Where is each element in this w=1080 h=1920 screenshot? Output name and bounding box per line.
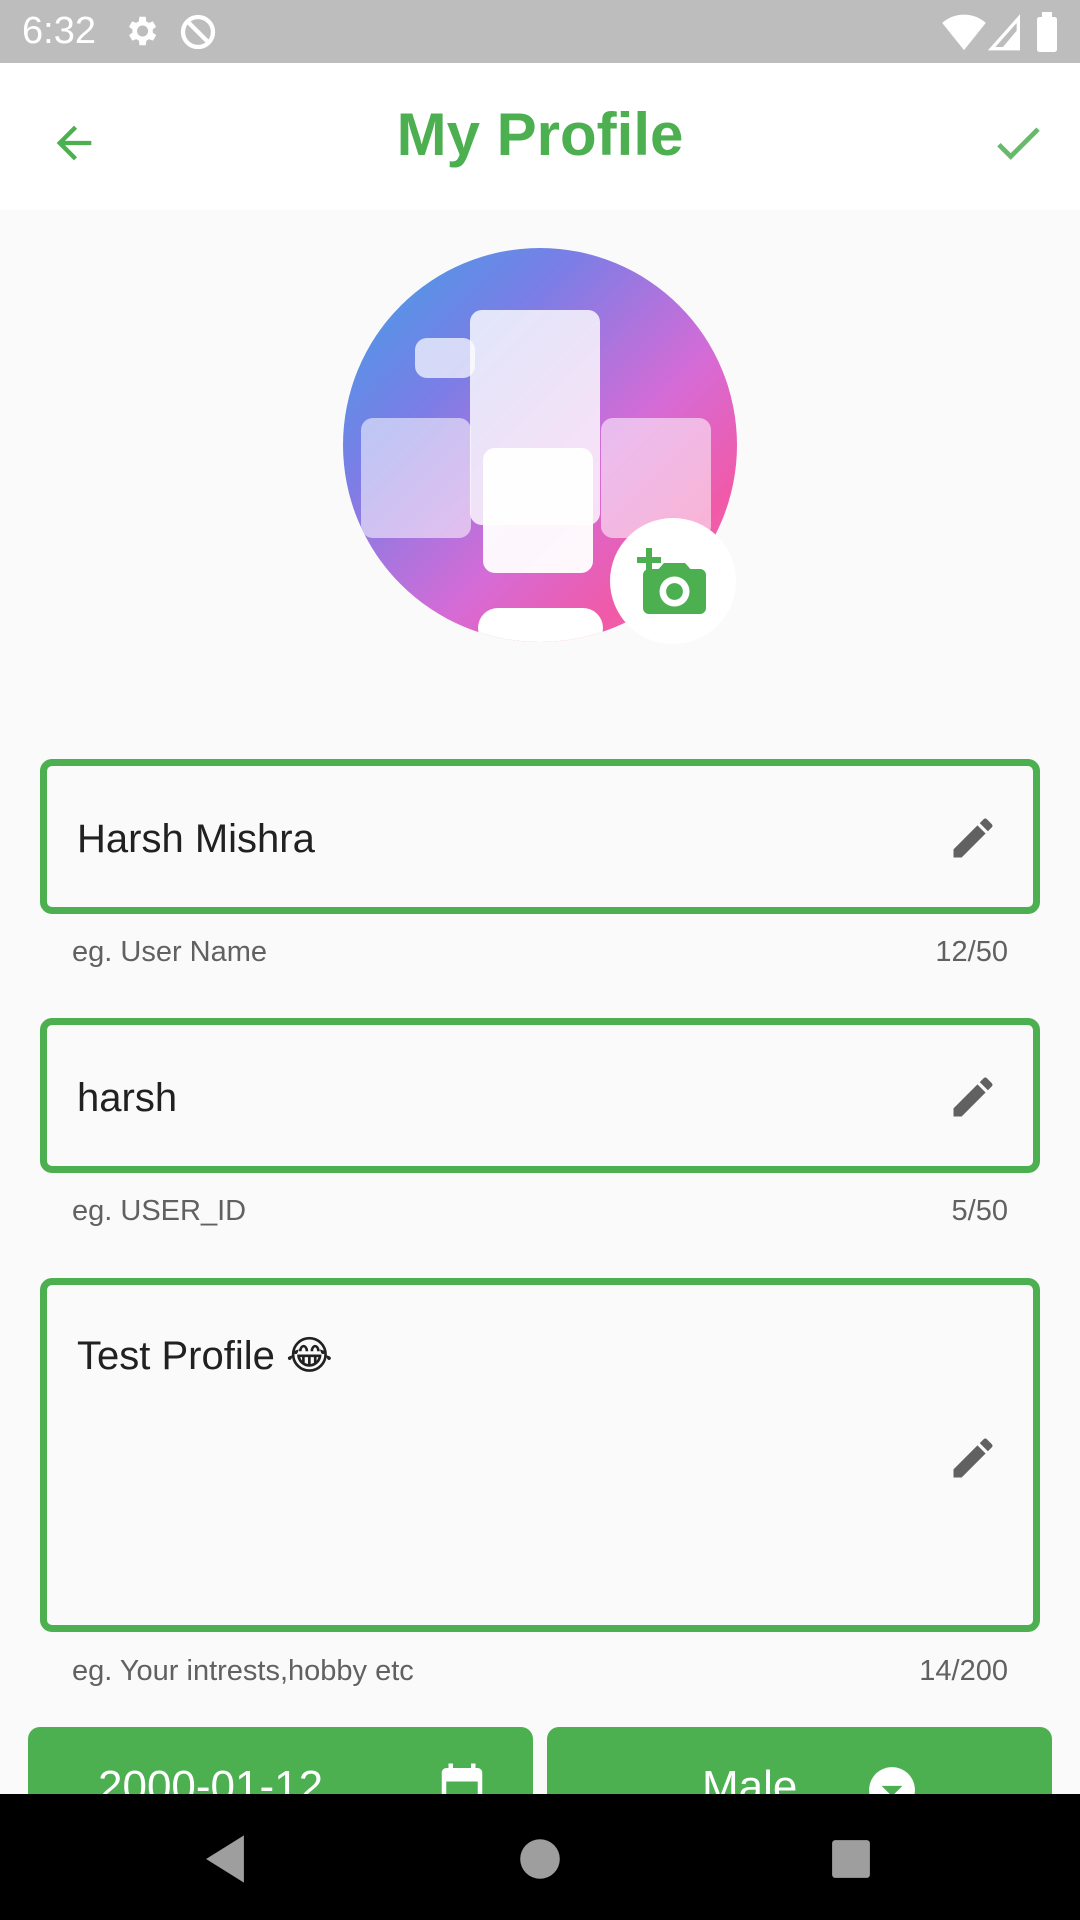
status-bar: 6:32: [0, 0, 1080, 63]
edit-bio-button[interactable]: [943, 1428, 1003, 1488]
edit-username-button[interactable]: [943, 808, 1003, 868]
username-input[interactable]: Harsh Mishra: [77, 815, 315, 863]
userid-field[interactable]: harsh: [40, 1018, 1040, 1173]
avatar-art-card: [478, 608, 603, 642]
avatar-art-card: [361, 418, 471, 538]
app-bar: My Profile: [0, 63, 1080, 210]
username-char-counter: 12/50: [935, 936, 1008, 968]
bio-field[interactable]: Test Profile 😂: [40, 1278, 1040, 1632]
userid-input[interactable]: harsh: [77, 1074, 177, 1122]
nav-recents-button[interactable]: [806, 1814, 896, 1904]
bio-char-counter: 14/200: [919, 1655, 1008, 1687]
avatar-art-card: [483, 448, 593, 573]
status-time: 6:32: [22, 10, 96, 52]
battery-icon: [1036, 12, 1058, 57]
recents-square-icon: [832, 1840, 870, 1878]
signal-icon: [987, 12, 1022, 57]
page-title: My Profile: [396, 101, 684, 168]
back-triangle-icon: [206, 1835, 244, 1883]
username-helper-text: eg. User Name: [72, 936, 268, 968]
username-field[interactable]: Harsh Mishra: [40, 759, 1040, 914]
nav-back-button[interactable]: [180, 1814, 270, 1904]
edit-icon: [953, 1438, 993, 1478]
add-a-photo-icon: [637, 548, 706, 614]
userid-helper-text: eg. USER_ID: [72, 1195, 247, 1227]
wifi-icon: [942, 12, 986, 57]
edit-icon: [953, 818, 993, 858]
home-circle-icon: [520, 1839, 560, 1879]
change-photo-button[interactable]: [610, 518, 736, 644]
system-nav-bar: [0, 1794, 1080, 1920]
userid-char-counter: 5/50: [951, 1195, 1008, 1227]
settings-icon: [122, 12, 160, 55]
edit-userid-button[interactable]: [943, 1067, 1003, 1127]
bio-helper-text: eg. Your intrests,hobby etc: [72, 1655, 414, 1687]
edit-icon: [953, 1077, 993, 1117]
avatar-art-card: [415, 338, 475, 378]
bio-input[interactable]: Test Profile 😂: [77, 1332, 333, 1380]
data-saver-icon: [178, 12, 218, 57]
nav-home-button[interactable]: [495, 1814, 585, 1904]
save-button[interactable]: [978, 103, 1058, 183]
check-icon: [997, 127, 1040, 160]
